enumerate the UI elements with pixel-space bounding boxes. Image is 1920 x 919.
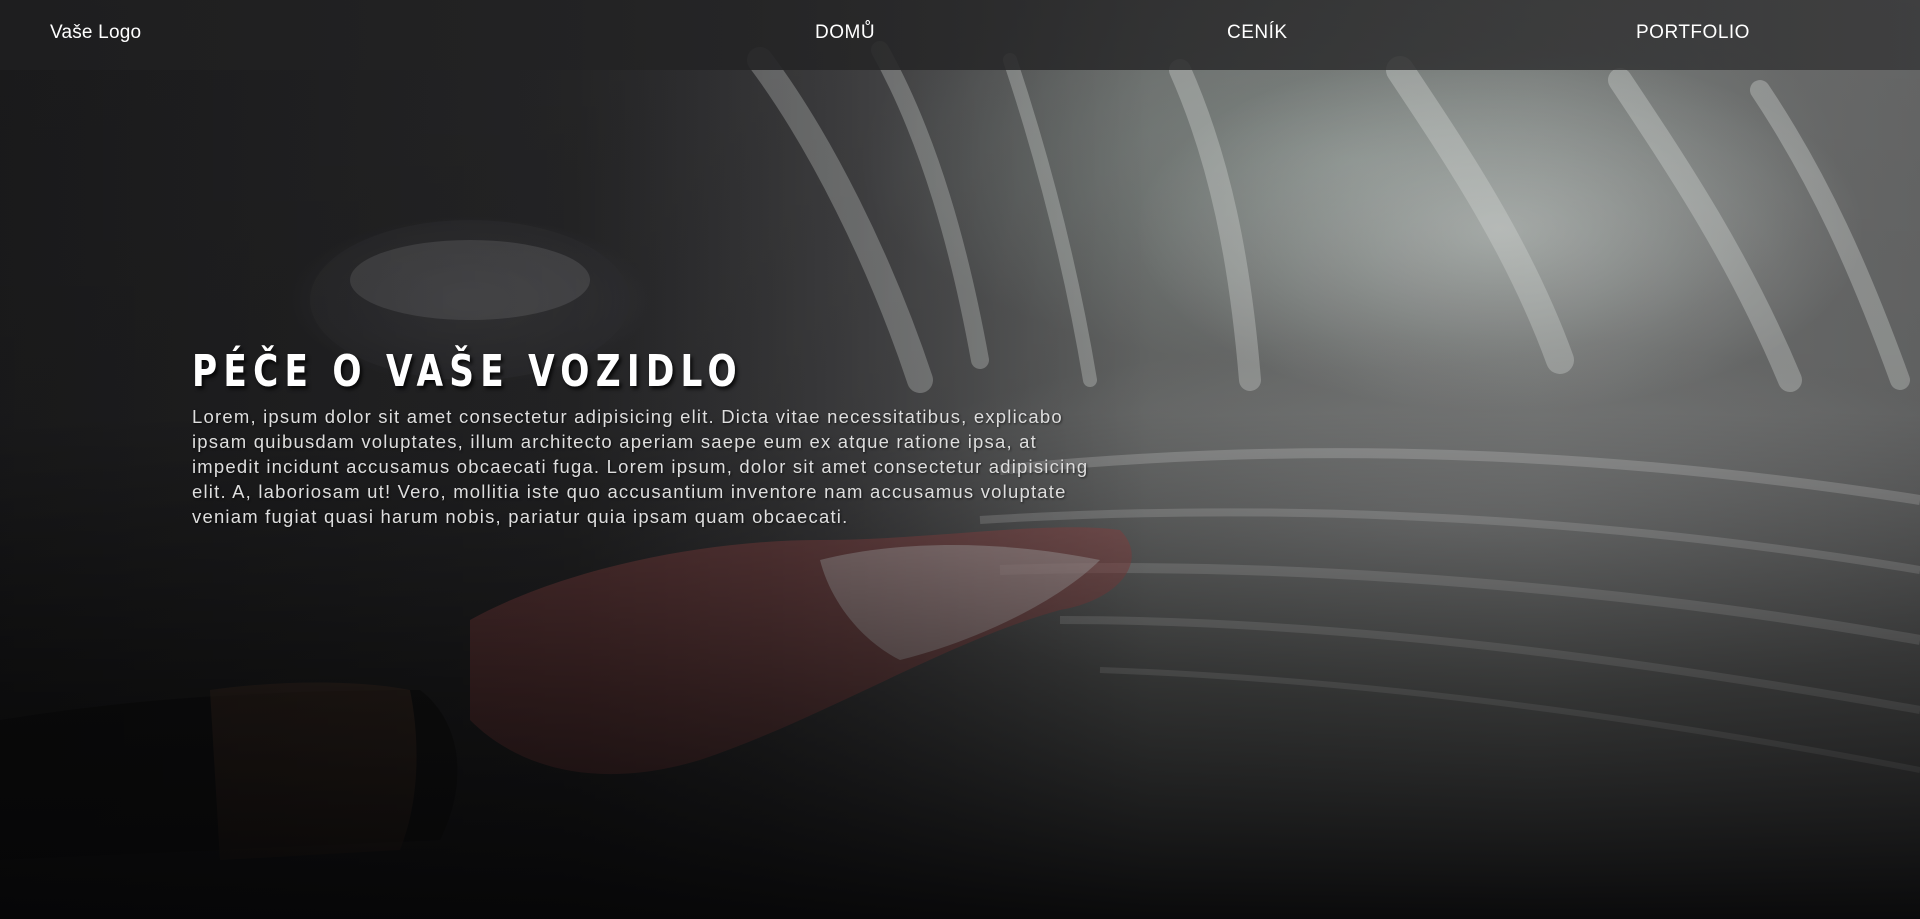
nav-link-pricing[interactable]: CENÍK: [1227, 22, 1288, 44]
nav-link-portfolio[interactable]: PORTFOLIO: [1636, 22, 1750, 44]
page: Vaše Logo DOMŮ CENÍK PORTFOLIO PÉČE O VA…: [0, 0, 1920, 919]
nav-link-home[interactable]: DOMŮ: [815, 22, 875, 44]
navbar: Vaše Logo DOMŮ CENÍK PORTFOLIO: [0, 0, 1920, 70]
hero-section: PÉČE O VAŠE VOZIDLO Lorem, ipsum dolor s…: [192, 346, 1112, 529]
hero-description: Lorem, ipsum dolor sit amet consectetur …: [192, 406, 1089, 527]
logo-link[interactable]: Vaše Logo: [50, 22, 141, 44]
hero-title: PÉČE O VAŠE VOZIDLO: [192, 346, 743, 397]
